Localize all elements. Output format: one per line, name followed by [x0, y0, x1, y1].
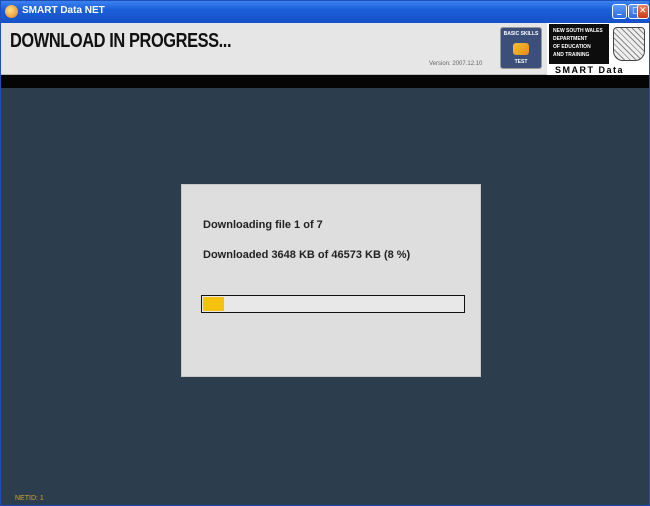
bytes-status-text: Downloaded 3648 KB of 46573 KB (8 %)	[203, 249, 411, 261]
progress-fill	[203, 297, 224, 311]
progress-bar	[201, 295, 465, 313]
minimize-button[interactable]: _	[612, 4, 627, 19]
logo-bst-emblem	[513, 43, 529, 55]
download-progress-dialog: Downloading file 1 of 7 Downloaded 3648 …	[181, 184, 481, 377]
basic-skills-test-logo: BASIC SKILLS TEST	[500, 27, 542, 69]
logo-bst-bottom: TEST	[514, 59, 528, 65]
close-icon: ✕	[639, 6, 647, 16]
dept-line-3: OF EDUCATION	[553, 44, 591, 50]
version-label: Version: 2007.12.10	[429, 61, 483, 67]
app-icon	[5, 5, 18, 18]
title-bar[interactable]: SMART Data NET _ □ ✕	[1, 1, 649, 23]
close-button[interactable]: ✕	[637, 4, 649, 19]
crest-icon	[613, 27, 645, 61]
page-title: DOWNLOAD IN PROGRESS...	[10, 30, 232, 52]
dept-line-2: DEPARTMENT	[553, 36, 588, 42]
dept-line-4: AND TRAINING	[553, 52, 590, 58]
window-title: SMART Data NET	[22, 5, 105, 16]
file-status-text: Downloading file 1 of 7	[203, 219, 323, 231]
app-window: SMART Data NET _ □ ✕ DOWNLOAD IN PROGRES…	[0, 0, 650, 506]
minimize-icon: _	[617, 6, 622, 16]
dept-line-1: NEW SOUTH WALES	[553, 28, 603, 34]
department-logo: NEW SOUTH WALES DEPARTMENT OF EDUCATION …	[547, 23, 649, 75]
logo-bst-top: BASIC SKILLS	[503, 31, 539, 37]
divider-bar	[1, 75, 649, 88]
smart-data-caption: SMART Data	[555, 65, 625, 75]
department-logo-box: NEW SOUTH WALES DEPARTMENT OF EDUCATION …	[549, 24, 609, 64]
header-banner: DOWNLOAD IN PROGRESS... Version: 2007.12…	[1, 23, 649, 75]
netid-label: NETID: 1	[15, 495, 44, 502]
